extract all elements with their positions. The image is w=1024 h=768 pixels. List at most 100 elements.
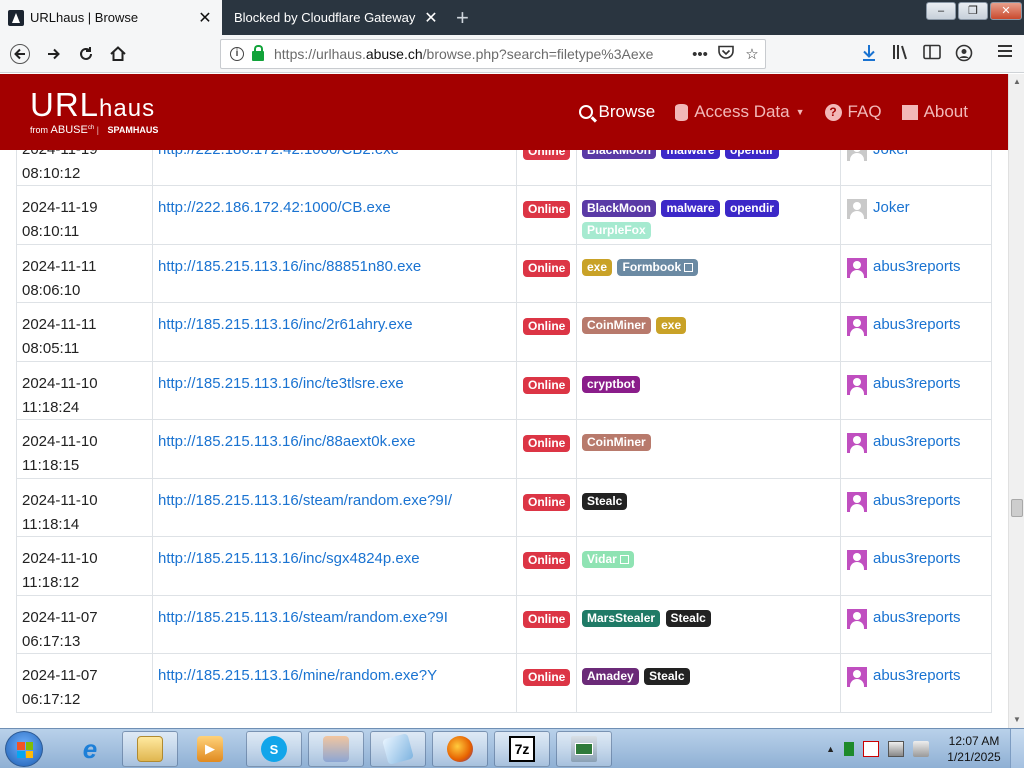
library-icon[interactable]: [890, 44, 912, 64]
tag-badge[interactable]: malware: [661, 200, 720, 217]
download-icon[interactable]: [858, 44, 880, 64]
reporter-link[interactable]: abus3reports: [873, 255, 961, 279]
tag-badge[interactable]: CoinMiner: [582, 317, 651, 334]
account-icon[interactable]: [953, 44, 975, 64]
network-tool-icon[interactable]: [556, 731, 612, 767]
home-icon[interactable]: [104, 40, 132, 68]
clock[interactable]: 12:07 AM 1/21/2025: [938, 733, 1010, 765]
navigation-toolbar: i https://urlhaus.abuse.ch/browse.php?se…: [0, 35, 1024, 73]
network-icon[interactable]: [888, 741, 904, 757]
reporter-cell: Joker: [841, 186, 993, 244]
tag-badge[interactable]: Formbook: [617, 258, 699, 276]
tab-urlhaus[interactable]: URLhaus | Browse ✕: [0, 0, 222, 35]
external-link-icon: [619, 555, 629, 564]
firefox-icon[interactable]: [432, 731, 488, 767]
new-tab-icon[interactable]: +: [456, 5, 469, 31]
tag-badge[interactable]: cryptbot: [582, 375, 640, 393]
minimize-button[interactable]: –: [926, 2, 956, 20]
reporter-link[interactable]: abus3reports: [873, 372, 961, 396]
url-link[interactable]: http://185.215.113.16/steam/random.exe?9…: [158, 609, 448, 626]
file-explorer-icon[interactable]: [122, 731, 178, 767]
tag-badge[interactable]: BlackMoon: [582, 200, 657, 217]
maximize-button[interactable]: ❐: [958, 2, 988, 20]
tab-blocked[interactable]: Blocked by Cloudflare Gateway ✕: [222, 0, 448, 35]
back-icon[interactable]: [6, 40, 34, 68]
menu-faq[interactable]: ? FAQ: [824, 102, 882, 122]
url-link[interactable]: http://185.215.113.16/steam/random.exe?9…: [158, 492, 452, 509]
menu-label: FAQ: [847, 102, 882, 121]
forward-icon[interactable]: [40, 40, 68, 68]
sidebar-icon[interactable]: [921, 44, 943, 64]
tag-badge[interactable]: PurpleFox: [582, 222, 651, 239]
tag-badge[interactable]: opendir: [724, 200, 779, 217]
bookmark-star-icon[interactable]: ☆: [739, 45, 765, 63]
scroll-down-icon[interactable]: ▼: [1009, 712, 1024, 728]
battery-icon[interactable]: [844, 742, 854, 756]
institution-icon: [901, 104, 918, 120]
vertical-scrollbar[interactable]: ▲ ▼: [1008, 74, 1024, 728]
media-player-icon[interactable]: ▶: [182, 731, 238, 767]
info-icon[interactable]: i: [230, 47, 244, 61]
date-cell: 2024-11-11 08:05:11: [17, 303, 153, 361]
7zip-icon[interactable]: 7z: [494, 731, 550, 767]
tag-badge[interactable]: Vidar: [582, 551, 634, 568]
url-link[interactable]: http://185.215.113.16/mine/random.exe?Y: [158, 667, 437, 684]
address-bar[interactable]: i https://urlhaus.abuse.ch/browse.php?se…: [220, 39, 766, 69]
menu-icon[interactable]: [994, 44, 1016, 64]
reload-icon[interactable]: [72, 40, 100, 68]
users-icon[interactable]: [308, 731, 364, 767]
tag-badge[interactable]: Stealc: [582, 492, 628, 510]
url-cell: http://185.215.113.16/mine/random.exe?Y: [153, 654, 517, 712]
reporter-link[interactable]: abus3reports: [873, 489, 961, 513]
date-cell: 2024-11-10 11:18:15: [17, 420, 153, 478]
tag-badge[interactable]: Stealc: [644, 668, 690, 685]
close-tab-icon[interactable]: ✕: [194, 8, 216, 28]
tag-badge[interactable]: CoinMiner: [582, 434, 651, 451]
reporter-link[interactable]: abus3reports: [873, 664, 961, 688]
start-button[interactable]: [5, 731, 43, 767]
close-tab-icon[interactable]: ✕: [420, 8, 442, 28]
show-desktop-button[interactable]: [1010, 729, 1024, 768]
menu-browse[interactable]: Browse: [578, 102, 655, 122]
reporter-link[interactable]: abus3reports: [873, 606, 961, 630]
action-center-icon[interactable]: [863, 741, 879, 757]
tag-badge[interactable]: MarsStealer: [582, 609, 661, 627]
show-hidden-icons-icon[interactable]: ▲: [826, 741, 835, 757]
url-link[interactable]: http://185.215.113.16/inc/88aext0k.exe: [158, 433, 415, 450]
urlhaus-logo[interactable]: URLhaus from ABUSEch | SPAMHAUS: [30, 86, 158, 136]
reporter-link[interactable]: abus3reports: [873, 430, 961, 454]
url-link[interactable]: http://185.215.113.16/inc/2r61ahry.exe: [158, 316, 413, 333]
tag-badge[interactable]: exe: [656, 317, 687, 334]
pocket-icon[interactable]: [713, 45, 739, 63]
clock-time: 12:07 AM: [948, 734, 1000, 748]
reporter-cell: abus3reports: [841, 537, 993, 595]
menu-about[interactable]: About: [901, 102, 968, 122]
menu-access-data[interactable]: Access Data ▼: [675, 102, 805, 122]
tag-badge[interactable]: Amadey: [582, 668, 639, 685]
status-cell: Online: [517, 654, 577, 712]
url-link[interactable]: http://185.215.113.16/inc/sgx4824p.exe: [158, 550, 420, 567]
avatar: [847, 374, 867, 395]
tag-badge[interactable]: Stealc: [665, 609, 711, 627]
date-cell: 2024-11-10 11:18:12: [17, 537, 153, 595]
url-text[interactable]: https://urlhaus.abuse.ch/browse.php?sear…: [274, 46, 687, 62]
internet-explorer-icon[interactable]: e: [62, 731, 118, 767]
reporter-link[interactable]: Joker: [873, 196, 910, 220]
notepad-icon[interactable]: [370, 731, 426, 767]
scroll-thumb[interactable]: [1011, 499, 1023, 517]
close-window-button[interactable]: ✕: [990, 2, 1022, 20]
reporter-link[interactable]: abus3reports: [873, 313, 961, 337]
tag-badge[interactable]: exe: [582, 258, 613, 276]
reporter-link[interactable]: abus3reports: [873, 547, 961, 571]
reporter-cell: abus3reports: [841, 654, 993, 712]
url-link[interactable]: http://185.215.113.16/inc/te3tlsre.exe: [158, 375, 404, 392]
url-link[interactable]: http://185.215.113.16/inc/88851n80.exe: [158, 258, 421, 275]
volume-muted-icon[interactable]: [913, 741, 929, 757]
scroll-up-icon[interactable]: ▲: [1009, 74, 1024, 90]
page-actions-icon[interactable]: •••: [687, 46, 713, 63]
skype-icon[interactable]: S: [246, 731, 302, 767]
status-badge: Online: [523, 435, 571, 452]
lock-icon[interactable]: [252, 45, 264, 61]
url-link[interactable]: http://222.186.172.42:1000/CB.exe: [158, 199, 391, 216]
tags-cell: exe Formbook: [577, 244, 841, 302]
